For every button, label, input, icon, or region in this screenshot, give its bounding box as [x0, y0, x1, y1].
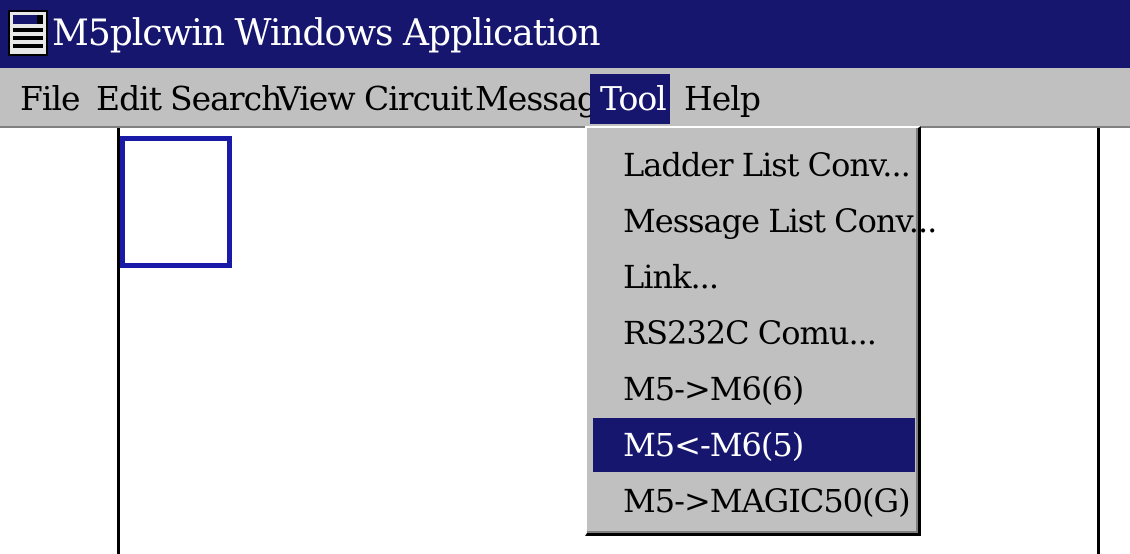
- menu-tool[interactable]: Tool: [590, 74, 670, 124]
- menu-item-ladder-list-conv[interactable]: Ladder List Conv...: [593, 138, 915, 192]
- title-bar[interactable]: M5plcwin Windows Application: [0, 0, 1130, 68]
- menu-item-m6-to-m5[interactable]: M5<-M6(5): [593, 418, 915, 472]
- menu-item-message-list-conv[interactable]: Message List Conv...: [593, 194, 937, 248]
- menu-circuit[interactable]: Circuit: [360, 74, 476, 124]
- right-rung-line: [1097, 128, 1100, 554]
- menu-search[interactable]: Search: [166, 74, 285, 124]
- menu-bar: File Edit Search View Circuit Message To…: [0, 68, 1130, 128]
- menu-view[interactable]: View: [273, 74, 359, 124]
- menu-file[interactable]: File: [16, 74, 84, 124]
- menu-item-link[interactable]: Link...: [593, 250, 915, 304]
- app-window-icon[interactable]: [8, 10, 48, 56]
- window-title: M5plcwin Windows Application: [52, 13, 601, 54]
- tool-dropdown-menu: Ladder List Conv... Message List Conv...…: [585, 126, 937, 536]
- editor-workspace[interactable]: [0, 128, 1130, 554]
- menu-item-m5-to-magic50[interactable]: M5->MAGIC50(G): [593, 474, 915, 528]
- menu-edit[interactable]: Edit: [92, 74, 165, 124]
- cell-cursor: [120, 136, 232, 268]
- menu-help[interactable]: Help: [680, 74, 764, 124]
- menu-item-m5-to-m6[interactable]: M5->M6(6): [593, 362, 915, 416]
- menu-item-rs232c-comu[interactable]: RS232C Comu...: [593, 306, 915, 360]
